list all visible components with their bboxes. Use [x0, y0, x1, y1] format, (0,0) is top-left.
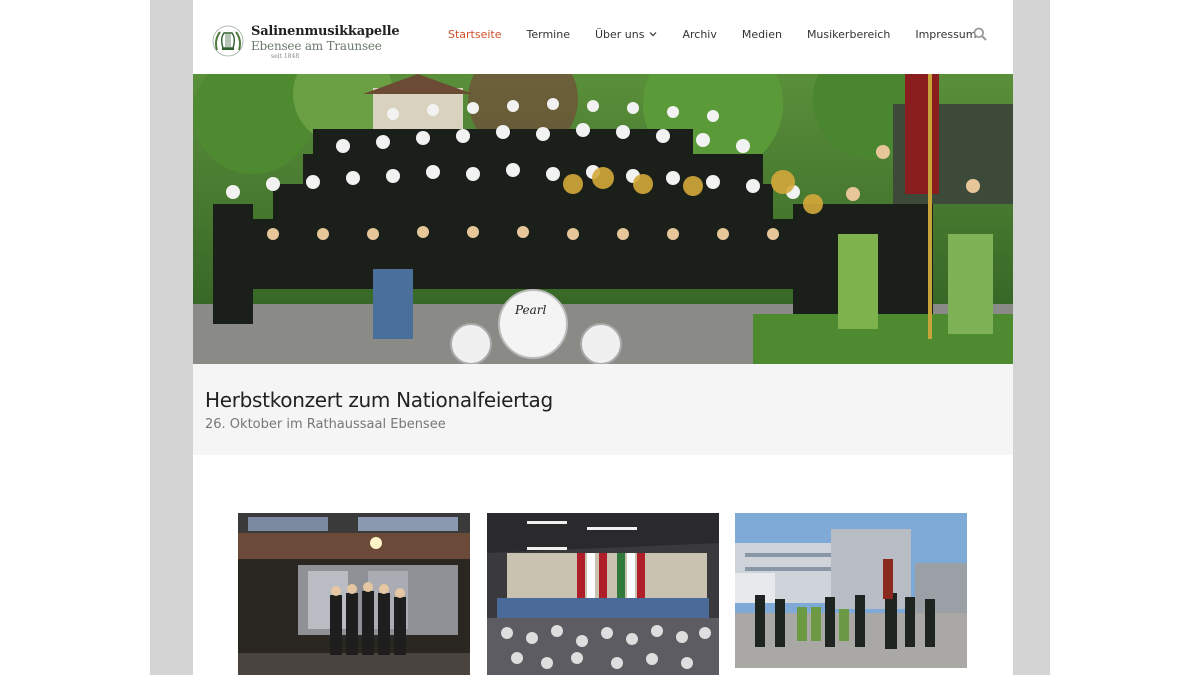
nav-label: Termine: [526, 27, 570, 41]
slide-subtitle: 26. Oktober im Rathaussaal Ebensee: [205, 417, 446, 432]
slide-caption: Herbstkonzert zum Nationalfeiertag 26. O…: [193, 364, 1013, 455]
nav-item-musikerbereich[interactable]: Musikerbereich: [807, 28, 890, 41]
site-logo[interactable]: Salinenmusikkapelle Ebensee am Traunsee …: [211, 22, 400, 62]
page-container: Salinenmusikkapelle Ebensee am Traunsee …: [193, 0, 1013, 675]
news-thumbnail-1[interactable]: [238, 513, 470, 675]
nav-item-startseite[interactable]: Startseite: [448, 28, 502, 41]
concert-hall-photo: [487, 513, 719, 675]
site-header: Salinenmusikkapelle Ebensee am Traunsee …: [193, 0, 1013, 74]
nav-item-archiv[interactable]: Archiv: [682, 28, 716, 41]
night-group-photo: [238, 513, 470, 675]
nav-label: Musikerbereich: [806, 27, 891, 41]
news-thumbnail-3[interactable]: [735, 513, 967, 675]
logo-name: Salinenmusikkapelle: [251, 24, 400, 39]
nav-label: Archiv: [682, 27, 717, 41]
right-frame: [1013, 0, 1050, 675]
hero-slider-image[interactable]: Pearl: [193, 74, 1013, 364]
nav-item-ueber-uns[interactable]: Über uns: [595, 28, 658, 41]
chevron-down-icon: [650, 32, 657, 37]
slide-title[interactable]: Herbstkonzert zum Nationalfeiertag: [205, 388, 553, 412]
search-icon[interactable]: [973, 27, 987, 41]
nav-label: Medien: [741, 27, 782, 41]
nav-item-medien[interactable]: Medien: [742, 28, 782, 41]
nav-label: Startseite: [448, 27, 502, 41]
logo-since: seit 1848: [271, 53, 300, 60]
drum-brand-label: Pearl: [514, 303, 547, 317]
news-thumbnail-2[interactable]: [487, 513, 719, 675]
nav-item-impressum[interactable]: Impressum: [915, 28, 976, 41]
lyre-emblem-icon: [212, 25, 244, 57]
nav-label: Über uns: [594, 27, 645, 41]
logo-subtitle: Ebensee am Traunsee: [251, 39, 382, 53]
outdoor-parade-photo: [735, 513, 967, 668]
main-nav: Startseite Termine Über uns Archiv Medie…: [448, 26, 1001, 42]
band-group-photo: Pearl: [193, 74, 1013, 364]
nav-label: Impressum: [915, 27, 977, 41]
left-frame: [150, 0, 193, 675]
nav-item-termine[interactable]: Termine: [527, 28, 570, 41]
